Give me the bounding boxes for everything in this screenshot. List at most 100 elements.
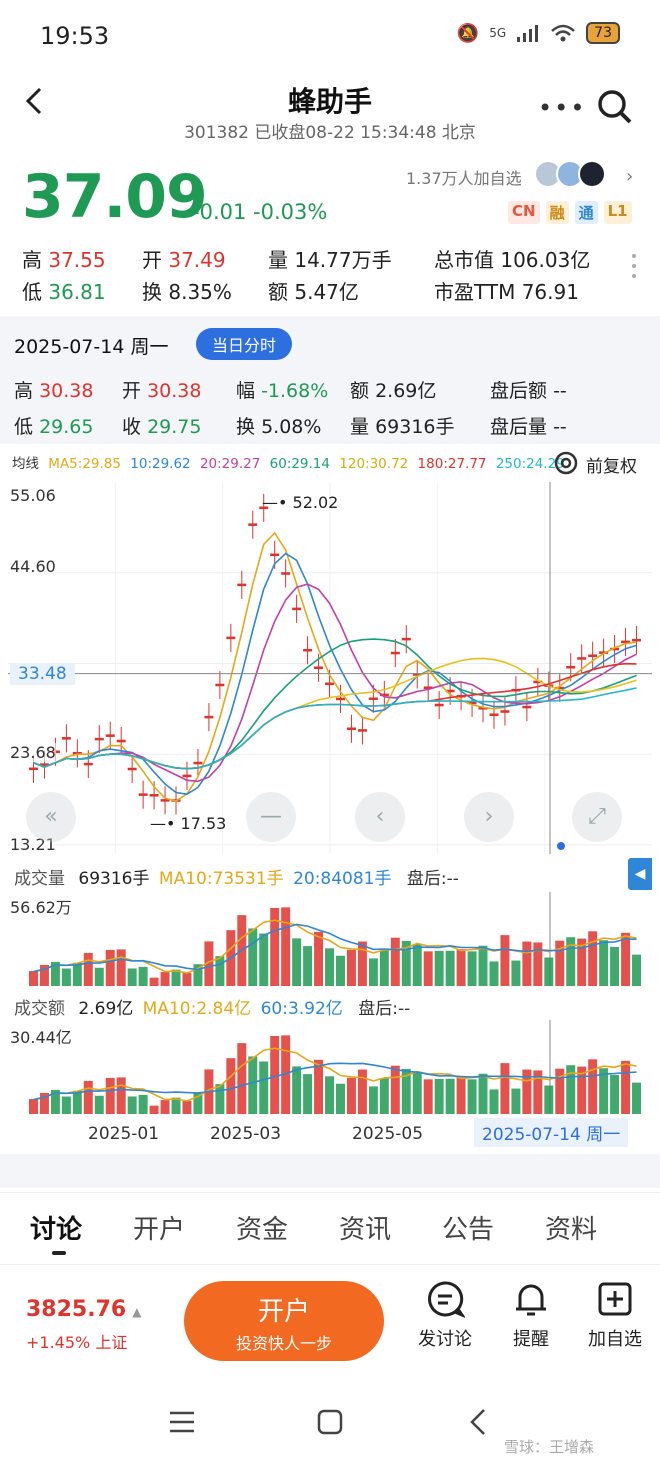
cursor-price-tag: 33.48 (10, 663, 75, 685)
candle-body (149, 794, 159, 797)
tab-announcements[interactable]: 公告 (442, 1209, 494, 1246)
open-account-button[interactable]: 开户 投资快人一步 (184, 1281, 384, 1361)
volume-bar (29, 971, 38, 986)
volume-bar (445, 1078, 455, 1114)
volume-bar (303, 1074, 313, 1114)
volume-bar (182, 972, 192, 986)
ma20-value: 20:29.27 (199, 456, 261, 472)
volume-bar (489, 1089, 499, 1114)
stat-low: 低 36.81 (22, 280, 106, 304)
volume-max-label: 56.62万 (10, 894, 72, 918)
volume-bar (379, 950, 389, 986)
stat-open: 开 37.49 (142, 248, 226, 272)
search-icon[interactable] (594, 86, 634, 126)
back-icon[interactable] (468, 1408, 488, 1436)
post-discussion-button[interactable]: 发讨论 (410, 1279, 480, 1351)
home-icon[interactable] (316, 1408, 344, 1436)
volume-bar (423, 951, 433, 986)
volume-bar (127, 1096, 137, 1114)
volume-chart[interactable] (8, 892, 652, 986)
volume-bar (632, 1082, 641, 1114)
volume-bar (588, 1059, 598, 1114)
candle-body (281, 572, 291, 575)
volume-bar (412, 1071, 422, 1114)
index-change[interactable]: +1.45% 上证 (26, 1329, 127, 1353)
x-cursor-label: 2025-07-14 周一 (474, 1118, 629, 1147)
tab-profile[interactable]: 资料 (545, 1209, 597, 1246)
adjust-mode[interactable]: 前复权 (586, 452, 637, 477)
candle-body (138, 793, 148, 796)
day-detail-panel: 2025-07-14 周一 当日分时 高 30.38 开 30.38 幅 -1.… (0, 316, 660, 444)
volume-bar (610, 946, 620, 986)
settings-gear-icon[interactable] (552, 449, 580, 477)
zoom-out-button[interactable]: — (246, 792, 296, 842)
menu-icon[interactable] (168, 1410, 196, 1434)
day-close: 收 29.75 (122, 416, 202, 438)
more-menu-icon[interactable]: ••• (538, 94, 586, 122)
tag-margin[interactable]: 融 (545, 201, 569, 224)
volume-bar (94, 1095, 104, 1114)
candle-body (632, 638, 641, 642)
volume-bar (149, 977, 159, 986)
candle-body (566, 665, 576, 669)
price-change: -0.01 -0.03% (192, 200, 328, 224)
volume-bar (105, 1077, 115, 1114)
x-label-jan: 2025-01 (88, 1124, 160, 1144)
chevron-right-icon[interactable]: › (626, 166, 633, 187)
volume-bar (511, 960, 521, 986)
stat-turnover-rate: 换 8.35% (142, 280, 232, 304)
candle-body (182, 774, 192, 778)
follower-avatars[interactable] (534, 160, 606, 188)
candle-body (105, 734, 115, 737)
side-panel-toggle[interactable]: ◀ (628, 858, 652, 890)
volume-bar (292, 938, 302, 986)
open-account-title: 开户 (257, 1297, 310, 1327)
intraday-button[interactable]: 当日分时 (196, 328, 293, 360)
volume-bar (423, 1079, 433, 1114)
tab-funds[interactable]: 资金 (236, 1209, 288, 1246)
follower-count[interactable]: 1.37万人加自选 (406, 165, 522, 189)
ma120-value: 120:30.72 (339, 456, 409, 472)
kebab-icon[interactable] (632, 254, 636, 284)
volume-bar (160, 1100, 170, 1114)
scroll-right-button[interactable]: › (464, 792, 514, 842)
volume-bar (478, 1073, 488, 1114)
ma5-value: MA5:29.85 (48, 456, 121, 472)
volume-bar (72, 1090, 82, 1114)
fullscreen-button[interactable]: ⤢ (572, 792, 622, 842)
ma250-line (33, 687, 637, 770)
candle-body (522, 705, 532, 709)
index-value[interactable]: 3825.76 ▲ (26, 1297, 141, 1322)
tab-open-account[interactable]: 开户 (133, 1209, 185, 1246)
y-label-4: 23.68 (10, 743, 56, 762)
volume-bar (248, 928, 258, 986)
day-low: 低 29.65 (14, 416, 94, 438)
kline-chart[interactable] (8, 482, 652, 854)
add-watchlist-button[interactable]: 加自选 (580, 1279, 650, 1351)
volume-bar (588, 931, 598, 986)
tag-cn[interactable]: CN (508, 201, 540, 224)
volume-bar (138, 1094, 148, 1114)
volume-bar (456, 949, 466, 986)
tag-connect[interactable]: 通 (574, 201, 598, 224)
volume-bar (544, 957, 554, 986)
candle-body (127, 767, 137, 771)
tab-news[interactable]: 资讯 (339, 1209, 391, 1246)
turnover-chart[interactable] (8, 1020, 652, 1114)
volume-bar (94, 967, 104, 986)
status-bar: 19:53 🔕 5G 73 (0, 0, 660, 70)
scroll-left-button[interactable]: ‹ (355, 792, 405, 842)
tab-discussion[interactable]: 讨论 (30, 1209, 82, 1246)
candle-body (357, 729, 367, 732)
ma10-value: 10:29.62 (130, 456, 191, 472)
mute-icon: 🔕 (456, 22, 480, 44)
volume-bar (445, 950, 455, 986)
volume-bar (467, 951, 477, 986)
tag-l1[interactable]: L1 (603, 201, 632, 224)
cursor-dot (557, 842, 565, 850)
rewind-button[interactable]: « (26, 792, 76, 842)
alert-button[interactable]: 提醒 (496, 1279, 566, 1351)
up-triangle-icon: ▲ (132, 1305, 142, 1319)
volume-bar (533, 942, 543, 986)
volume-bar (489, 961, 499, 986)
